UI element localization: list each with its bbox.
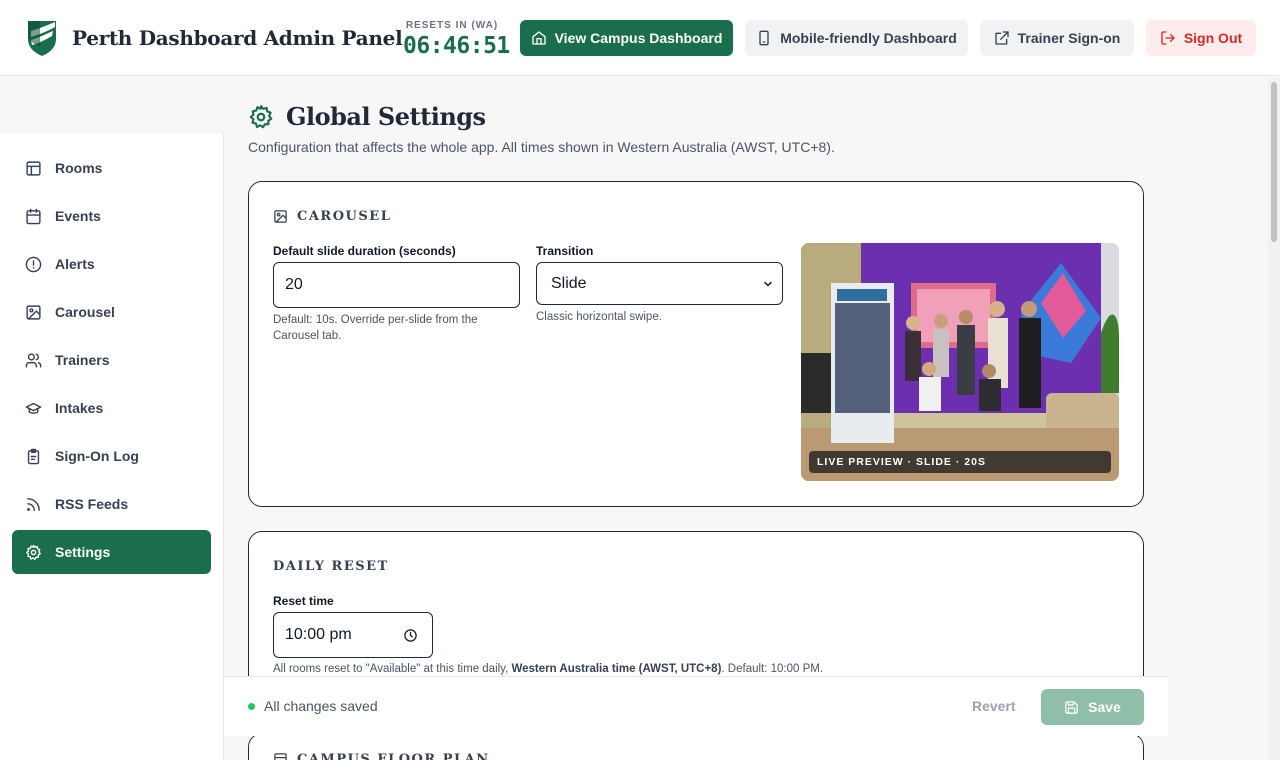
trainer-sign-on-button[interactable]: Trainer Sign-on [980, 20, 1134, 56]
sidebar-item-carousel[interactable]: Carousel [12, 290, 211, 334]
sidebar-item-label: Intakes [55, 400, 104, 416]
sidebar-item-label: Carousel [55, 304, 115, 320]
carousel-section-title: CAROUSEL [273, 209, 391, 224]
gear-icon [249, 104, 273, 128]
sidebar-item-label: Trainers [55, 352, 110, 368]
preview-photo [801, 243, 1119, 481]
top-bar: Perth Dashboard Admin Panel RESETS IN (W… [0, 0, 1280, 76]
carousel-section-label: CAROUSEL [297, 209, 392, 224]
transition-label: Transition [536, 244, 594, 258]
mobile-dashboard-button[interactable]: Mobile-friendly Dashboard [745, 20, 968, 56]
log-out-icon [1161, 31, 1175, 45]
reset-help-bold: Western Australia time (AWST, UTC+8) [511, 663, 722, 675]
save-icon [1065, 700, 1078, 714]
sidebar-item-label: Events [55, 208, 101, 224]
floor-plan-section-label: CAMPUS FLOOR PLAN [297, 752, 490, 760]
home-icon [531, 31, 546, 45]
reset-time-input[interactable]: 10:00 pm [273, 612, 433, 658]
page-subtitle: Configuration that affects the whole app… [248, 139, 835, 155]
sidebar-item-trainers[interactable]: Trainers [12, 338, 211, 382]
reset-countdown: RESETS IN (WA) 06:46:51 [403, 20, 510, 59]
calendar-icon [26, 208, 41, 224]
page-header: Global Settings [248, 102, 486, 131]
rss-icon [27, 497, 40, 511]
transition-help: Classic horizontal swipe. [536, 311, 662, 323]
sidebar-item-sign-on-log[interactable]: Sign-On Log [12, 434, 211, 478]
brand[interactable]: Perth Dashboard Admin Panel [26, 19, 403, 57]
mobile-dashboard-label: Mobile-friendly Dashboard [780, 30, 957, 46]
reset-time-value: 10:00 pm [285, 626, 352, 643]
reset-help-prefix: All rooms reset to "Available" at this t… [273, 663, 512, 675]
app-title: Perth Dashboard Admin Panel [72, 26, 403, 50]
gear-icon [26, 544, 41, 560]
status-dot [248, 702, 255, 710]
carousel-live-preview[interactable]: LIVE PREVIEW · SLIDE · 20S [801, 243, 1119, 481]
campus-floor-plan-card: CAMPUS FLOOR PLAN [248, 733, 1144, 760]
sign-out-button[interactable]: Sign Out [1146, 20, 1256, 56]
clock-icon [404, 628, 417, 642]
slide-duration-label: Default slide duration (seconds) [273, 244, 456, 258]
sidebar-item-label: Alerts [55, 256, 95, 272]
carousel-settings-card: CAROUSEL Default slide duration (seconds… [248, 181, 1144, 507]
save-status-text: All changes saved [264, 698, 378, 714]
trainer-sign-on-label: Trainer Sign-on [1017, 30, 1121, 46]
view-campus-dashboard-label: View Campus Dashboard [554, 30, 723, 46]
users-icon [25, 352, 42, 368]
sidebar-item-label: Settings [55, 544, 111, 560]
view-campus-dashboard-button[interactable]: View Campus Dashboard [520, 20, 733, 56]
daily-reset-section-title: DAILY RESET [273, 559, 389, 574]
save-bar: All changes saved Revert Save [224, 676, 1168, 736]
sidebar-item-label: Rooms [55, 160, 103, 176]
shield-logo-icon [28, 21, 56, 56]
page-scrollbar[interactable] [1268, 78, 1280, 760]
sidebar-item-settings[interactable]: Settings [12, 530, 211, 574]
scrollbar-thumb[interactable] [1271, 82, 1277, 242]
revert-button[interactable]: Revert [972, 698, 1016, 714]
sidebar-item-intakes[interactable]: Intakes [12, 386, 211, 430]
reset-countdown-label: RESETS IN (WA) [405, 20, 499, 31]
sidebar-item-label: Sign-On Log [55, 448, 139, 464]
clipboard-icon [27, 448, 40, 464]
slide-duration-value: 20 [285, 276, 303, 293]
reset-time-label: Reset time [273, 594, 334, 608]
smartphone-icon [759, 30, 769, 46]
transition-select[interactable]: Slide [536, 262, 783, 305]
map-icon [274, 753, 287, 760]
save-button[interactable]: Save [1041, 689, 1144, 725]
slide-duration-help: Default: 10s. Override per-slide from th… [273, 314, 478, 342]
image-icon [274, 210, 287, 223]
image-icon [26, 304, 41, 320]
alert-icon [25, 256, 42, 272]
rooms-icon [26, 160, 41, 176]
reset-countdown-time: 06:46:51 [403, 33, 510, 59]
sidebar-item-rooms[interactable]: Rooms [12, 146, 211, 190]
save-status: All changes saved [248, 698, 378, 714]
chevron-down-icon [764, 281, 772, 286]
sidebar-item-rss-feeds[interactable]: RSS Feeds [12, 482, 211, 526]
sign-out-label: Sign Out [1183, 30, 1243, 46]
external-link-icon [994, 31, 1009, 45]
slide-duration-input[interactable]: 20 [273, 262, 520, 308]
graduation-cap-icon [25, 402, 42, 414]
live-preview-badge: LIVE PREVIEW · SLIDE · 20S [809, 451, 1111, 473]
sidebar-item-events[interactable]: Events [12, 194, 211, 238]
reset-help-suffix: . Default: 10:00 PM. [721, 663, 824, 675]
page-title: Global Settings [286, 102, 486, 131]
floor-plan-section-title: CAMPUS FLOOR PLAN [273, 752, 490, 760]
save-button-label: Save [1088, 699, 1121, 715]
sidebar-item-label: RSS Feeds [55, 496, 129, 512]
transition-value: Slide [551, 274, 587, 292]
reset-time-help: All rooms reset to "Available" at this t… [273, 663, 823, 675]
sidebar-item-alerts[interactable]: Alerts [12, 242, 211, 286]
sidebar: Rooms Events Alerts Carousel Trainers In… [0, 134, 224, 760]
